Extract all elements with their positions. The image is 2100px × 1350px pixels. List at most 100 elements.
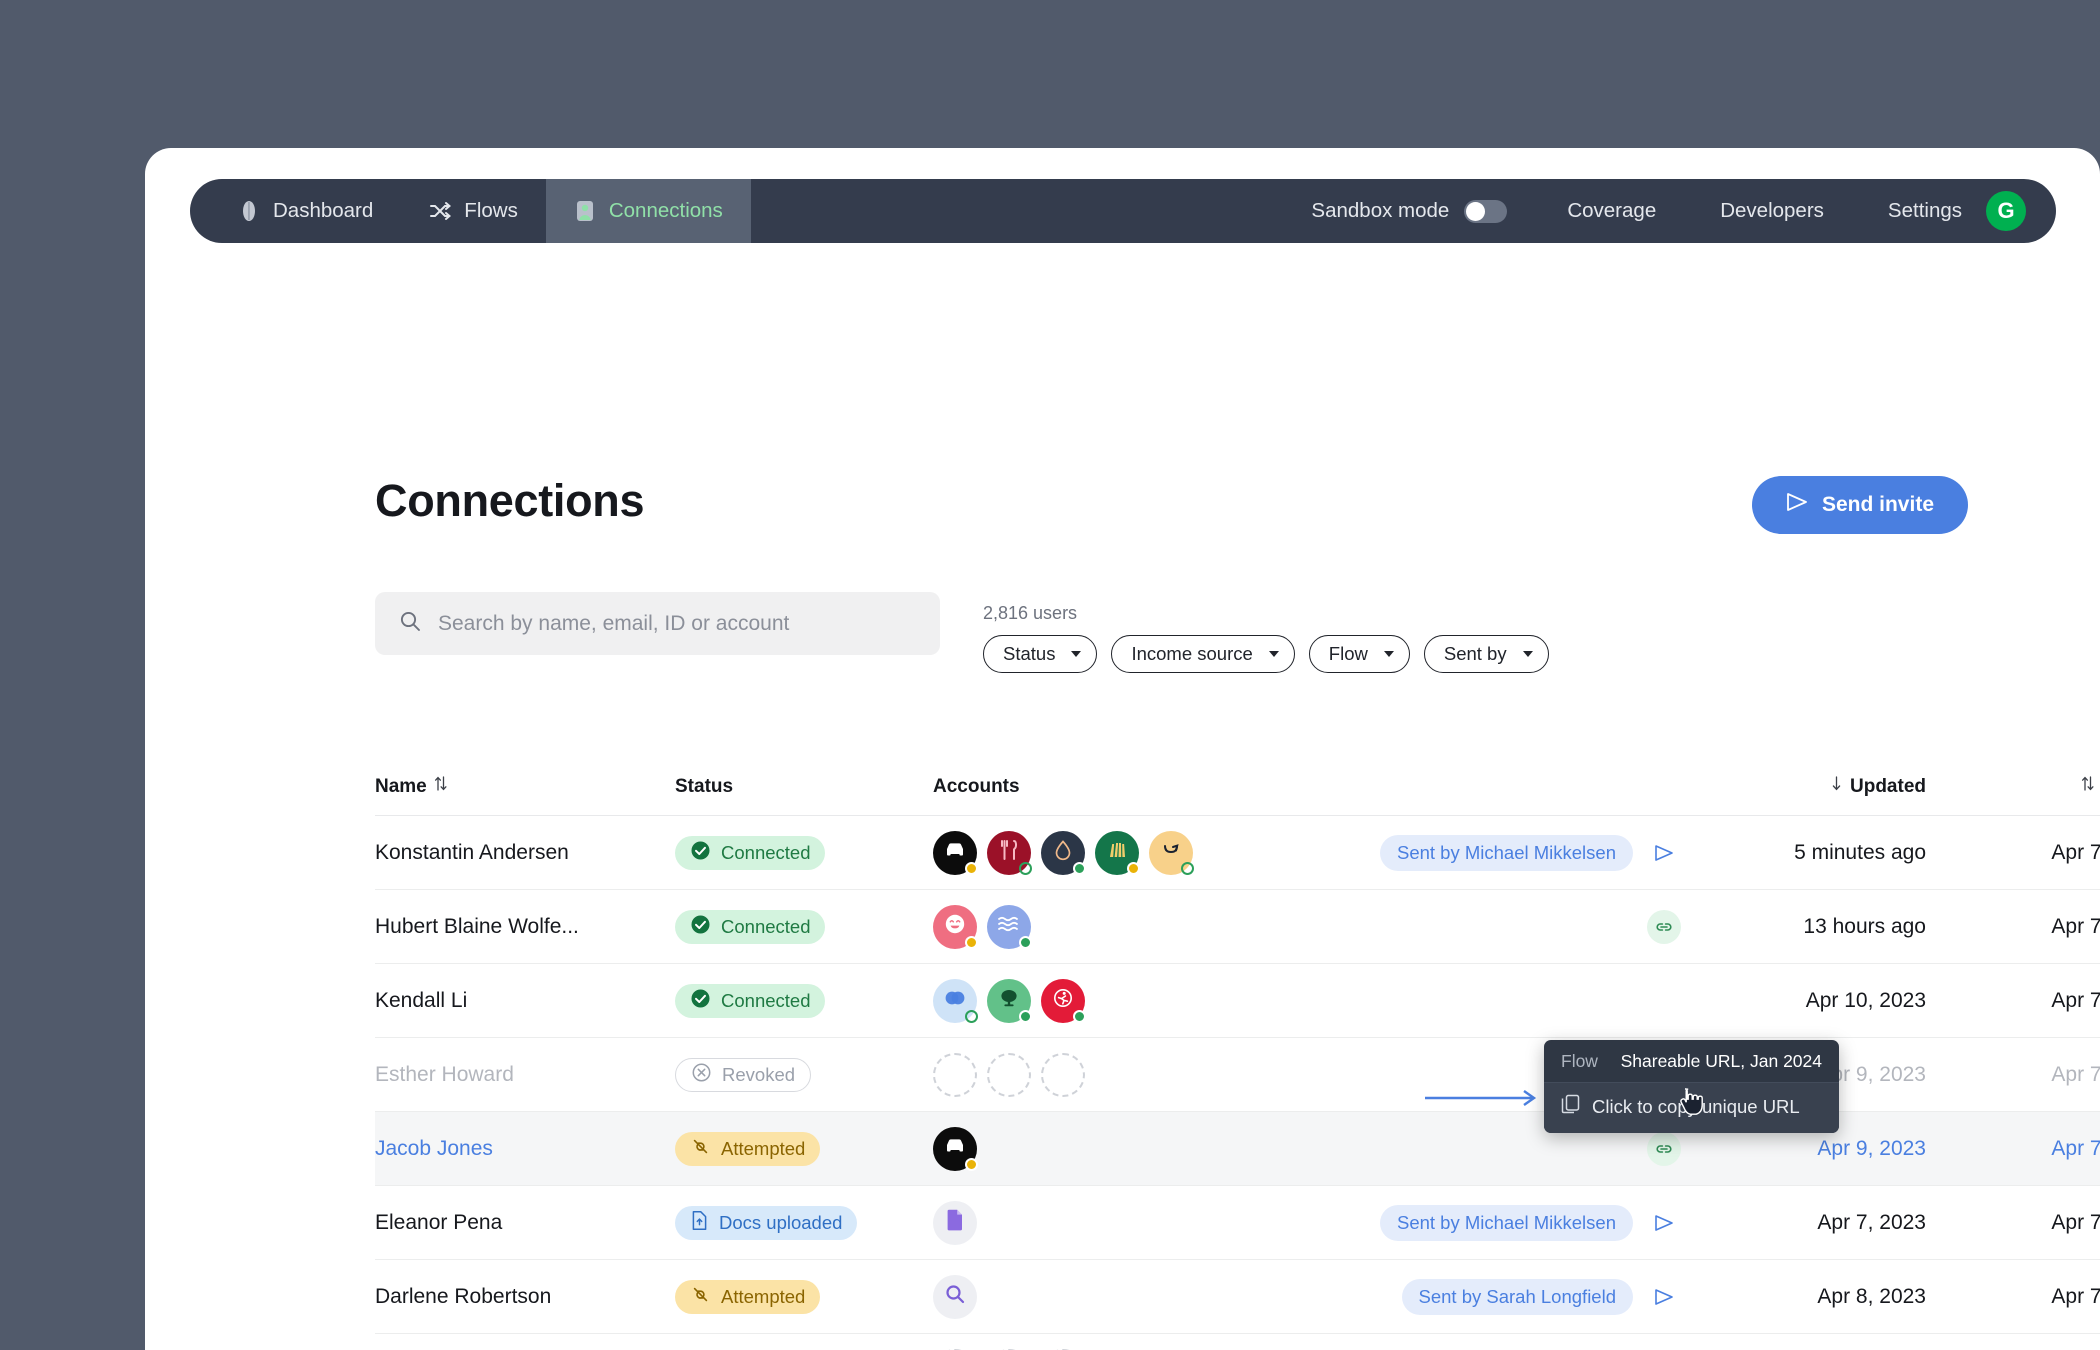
status-label: Attempted (721, 1137, 806, 1159)
filter-flow[interactable]: Flow (1308, 635, 1410, 673)
nav-item-label: Connections (608, 199, 723, 222)
status-badge: Attempted (675, 1131, 821, 1166)
nav-secondary-group: Sandbox mode Coverage Developers Setting… (1283, 179, 2056, 243)
filter-label: Income source (1131, 643, 1253, 664)
cell-added: Apr 7, 2023 (2051, 840, 2100, 864)
send-icon[interactable] (1647, 1206, 1681, 1240)
account-avatar[interactable] (1041, 978, 1086, 1023)
no-link-icon (690, 1136, 711, 1162)
column-header-updated[interactable]: Updated (1681, 775, 1926, 798)
top-navigation-bar: Dashboard Flows Connections Sandbox mode… (190, 179, 2056, 243)
cell-name[interactable]: Kendall Li (375, 989, 675, 1013)
column-header-added[interactable]: Added (1926, 775, 2100, 798)
link-icon[interactable] (1647, 1131, 1681, 1166)
table-row[interactable]: Kendall Li Connected Apr 10, 2023 Apr 7, … (375, 964, 2100, 1038)
cell-sent-by: Sent by Sarah Longfield (1391, 1278, 1681, 1315)
check-circle-icon (690, 914, 711, 940)
cell-status: Attempted (675, 1279, 933, 1314)
cell-name[interactable]: Jacob Jones (375, 1137, 675, 1161)
nav-link-settings[interactable]: Settings (1856, 199, 1980, 223)
sandbox-mode-control[interactable]: Sandbox mode (1283, 199, 1535, 223)
nav-link-developers[interactable]: Developers (1688, 199, 1856, 223)
table-row[interactable]: Esther Howard RevokedSent by ...Apr 9, 2… (375, 1038, 2100, 1112)
nav-item-connections[interactable]: Connections (545, 179, 751, 243)
nav-item-dashboard[interactable]: Dashboard (190, 179, 401, 243)
empty-account-slot (933, 1052, 977, 1097)
table-row[interactable]: Konstantin Andersen Connected Sent by Mi… (375, 816, 2100, 890)
account-avatar[interactable] (987, 978, 1032, 1023)
search-box[interactable] (375, 592, 940, 655)
cell-name[interactable]: Esther Howard (375, 1063, 675, 1087)
account-avatar[interactable] (933, 978, 978, 1023)
filter-label: Status (1003, 643, 1056, 664)
filter-income-source[interactable]: Income source (1111, 635, 1295, 673)
row-name-text: Darlene Robertson (375, 1284, 552, 1308)
chevron-down-icon (1071, 651, 1082, 657)
filter-sent-by[interactable]: Sent by (1423, 635, 1549, 673)
avatar[interactable]: G (1986, 191, 2026, 231)
table-row[interactable]: Darlene Robertson Attempted Sent by Sara… (375, 1260, 2100, 1334)
status-badge: Revoked (675, 1057, 812, 1092)
cell-added: Apr 7, 2023 (2051, 1210, 2100, 1234)
account-avatar[interactable] (933, 1200, 977, 1245)
cell-updated: 5 minutes ago (1794, 840, 1926, 864)
cell-name[interactable]: Konstantin Andersen (375, 841, 675, 865)
smiley-icon (942, 911, 968, 943)
account-avatar[interactable] (933, 904, 978, 949)
filter-pill-row: Status Income source Flow Sent by (983, 635, 1549, 673)
table-row[interactable]: Courtney Henry OpenedApr 6, 2023Apr 2, 2… (375, 1334, 2100, 1350)
sent-by-chip[interactable]: Sent by Michael Mikkelsen (1379, 834, 1633, 871)
column-header-name[interactable]: Name (375, 775, 675, 798)
account-avatar[interactable] (1149, 830, 1194, 875)
table-row[interactable]: Hubert Blaine Wolfe... Connected 13 hour… (375, 890, 2100, 964)
status-badge: Connected (675, 909, 826, 944)
cell-accounts (933, 978, 1391, 1023)
search-input[interactable] (438, 611, 916, 636)
cell-accounts (933, 1126, 1391, 1171)
filter-status[interactable]: Status (983, 635, 1098, 673)
send-icon[interactable] (1647, 1280, 1681, 1314)
status-badge: Connected (675, 983, 826, 1018)
nav-item-flows[interactable]: Flows (401, 179, 546, 243)
cell-added: Apr 7, 2023 (2051, 988, 2100, 1012)
tooltip-value: Shareable URL, Jan 2024 (1620, 1051, 1822, 1071)
send-icon[interactable] (1647, 836, 1681, 870)
sent-by-chip[interactable]: Sent by Michael Mikkelsen (1379, 1204, 1633, 1241)
account-status-dot (965, 1157, 978, 1171)
shuffle-icon (429, 200, 452, 222)
waves-icon (996, 914, 1022, 940)
cell-name[interactable]: Darlene Robertson (375, 1285, 675, 1309)
table-row[interactable]: Jacob Jones Attempted Apr 9, 2023 Apr 7, … (375, 1112, 2100, 1186)
copy-icon (1561, 1094, 1580, 1119)
link-icon[interactable] (1647, 909, 1681, 944)
cell-status: Attempted (675, 1131, 933, 1166)
sort-desc-icon (1830, 775, 1843, 798)
account-avatar[interactable] (987, 904, 1032, 949)
cell-added: Apr 7, 2023 (2051, 1062, 2100, 1086)
cell-name[interactable]: Hubert Blaine Wolfe... (375, 915, 675, 939)
row-name-text: Jacob Jones (375, 1136, 493, 1160)
sent-by-chip[interactable]: Sent by Sarah Longfield (1401, 1278, 1633, 1315)
nav-link-coverage[interactable]: Coverage (1535, 199, 1688, 223)
cell-accounts (933, 830, 1391, 875)
cell-sent-by (1391, 1131, 1681, 1166)
sandbox-mode-toggle[interactable] (1464, 199, 1508, 223)
table-row[interactable]: Eleanor Pena Docs uploaded Sent by Micha… (375, 1186, 2100, 1260)
account-avatar[interactable] (987, 830, 1032, 875)
cell-sent-by: Sent by Michael Mikkelsen (1379, 834, 1681, 871)
send-invite-button[interactable]: Send invite (1751, 476, 1968, 534)
row-name-text: Kendall Li (375, 988, 468, 1012)
cell-name[interactable]: Eleanor Pena (375, 1211, 675, 1235)
cell-added: Apr 7, 2023 (2051, 914, 2100, 938)
account-avatar[interactable] (933, 1126, 978, 1171)
chevron-down-icon (1268, 651, 1279, 657)
account-avatar[interactable] (933, 830, 978, 875)
account-avatar[interactable] (1095, 830, 1140, 875)
account-status-dot (1019, 1009, 1032, 1023)
account-avatar[interactable] (933, 1274, 977, 1319)
annotation-arrow (1423, 1088, 1543, 1113)
cell-sent-by (1391, 909, 1681, 944)
account-avatar[interactable] (1041, 830, 1086, 875)
tooltip-key: Flow (1561, 1051, 1598, 1071)
nav-item-label: Dashboard (273, 199, 374, 222)
